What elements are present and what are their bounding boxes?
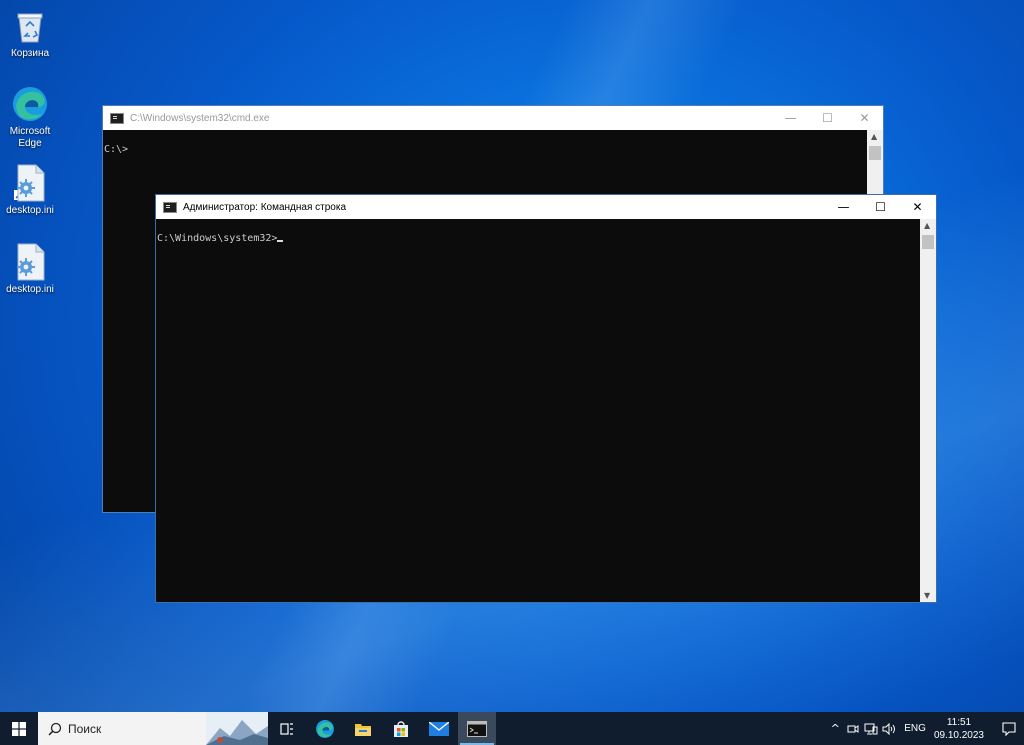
start-button[interactable] <box>0 712 38 745</box>
taskbar-store[interactable] <box>382 712 420 745</box>
settings-file-icon <box>10 242 50 282</box>
cmd-icon <box>467 720 487 737</box>
cmd-window-admin[interactable]: Администратор: Командная строка — ☐ ✕ C:… <box>155 194 937 603</box>
windows-logo-icon <box>12 721 26 736</box>
file-explorer-icon <box>355 723 371 736</box>
desktop-icon-label: Microsoft Edge <box>9 126 51 149</box>
notification-icon <box>1002 721 1016 736</box>
close-button[interactable]: ✕ <box>846 106 883 130</box>
desktop-icon-label: desktop.ini <box>6 284 54 295</box>
window-title: Администратор: Командная строка <box>183 201 347 213</box>
scroll-down-icon[interactable]: ▼ <box>924 591 930 600</box>
search-label: Поиск <box>68 721 102 736</box>
input-language[interactable]: ENG <box>904 723 926 734</box>
cmd-icon <box>163 201 177 213</box>
desktop-icon-desktop-ini[interactable]: desktop.ini <box>0 163 60 217</box>
console-prompt: C:\Windows\system32> <box>157 233 278 244</box>
vertical-scrollbar[interactable]: ▲ ▼ <box>920 219 936 602</box>
clock[interactable]: 11:51 09.10.2023 <box>934 716 984 742</box>
volume-icon[interactable] <box>880 722 898 735</box>
clock-date: 09.10.2023 <box>933 729 984 741</box>
network-icon[interactable] <box>862 723 880 735</box>
recycle-bin-icon <box>10 6 50 46</box>
window-titlebar[interactable]: Администратор: Командная строка — ☐ ✕ <box>156 195 936 219</box>
taskbar-cmd[interactable] <box>458 712 496 745</box>
console-prompt: C:\> <box>104 144 129 155</box>
maximize-button[interactable]: ☐ <box>809 106 846 130</box>
taskbar: Поиск ^ ENG 11:51 09.10.2023 <box>0 712 1024 745</box>
taskbar-file-explorer[interactable] <box>344 712 382 745</box>
desktop-icon-recycle-bin[interactable]: Корзина <box>0 6 60 60</box>
window-title: C:\Windows\system32\cmd.exe <box>130 112 270 124</box>
console-output[interactable]: C:\Windows\system32> <box>156 219 284 258</box>
taskbar-mail[interactable] <box>420 712 458 745</box>
task-view-button[interactable] <box>268 712 306 745</box>
minimize-button[interactable]: — <box>825 195 862 219</box>
settings-file-icon <box>10 163 50 203</box>
search-icon <box>48 722 62 736</box>
minimize-button[interactable]: — <box>772 106 809 130</box>
mail-icon <box>429 721 449 736</box>
show-hidden-icons-button[interactable]: ^ <box>826 722 844 735</box>
scroll-up-icon[interactable]: ▲ <box>924 221 930 230</box>
maximize-button[interactable]: ☐ <box>862 195 899 219</box>
store-icon <box>394 720 408 737</box>
search-box[interactable]: Поиск <box>38 712 268 745</box>
scroll-thumb[interactable] <box>869 146 881 160</box>
taskbar-edge[interactable] <box>306 712 344 745</box>
window-titlebar[interactable]: C:\Windows\system32\cmd.exe — ☐ ✕ <box>103 106 883 130</box>
cmd-icon <box>110 112 124 124</box>
close-button[interactable]: ✕ <box>899 195 936 219</box>
scroll-up-icon[interactable]: ▲ <box>871 132 877 141</box>
clock-time: 11:51 <box>946 716 972 728</box>
task-view-icon <box>280 722 293 735</box>
desktop-icon-desktop-ini[interactable]: desktop.ini <box>0 242 60 296</box>
edge-icon <box>10 84 50 200</box>
edge-icon <box>316 719 334 738</box>
notification-center-button[interactable] <box>994 712 1024 745</box>
search-highlight-icon <box>206 712 268 745</box>
console-output[interactable]: C:\> <box>103 130 129 169</box>
meet-now-icon[interactable] <box>844 723 862 735</box>
desktop-icon-label: Корзина <box>10 48 50 59</box>
system-tray: ^ ENG 11:51 09.10.2023 <box>826 712 1024 745</box>
desktop-icon-label: desktop.ini <box>6 205 54 216</box>
desktop-icon-edge[interactable]: Microsoft Edge <box>0 84 60 200</box>
text-cursor <box>277 240 284 242</box>
scroll-thumb[interactable] <box>922 235 934 249</box>
